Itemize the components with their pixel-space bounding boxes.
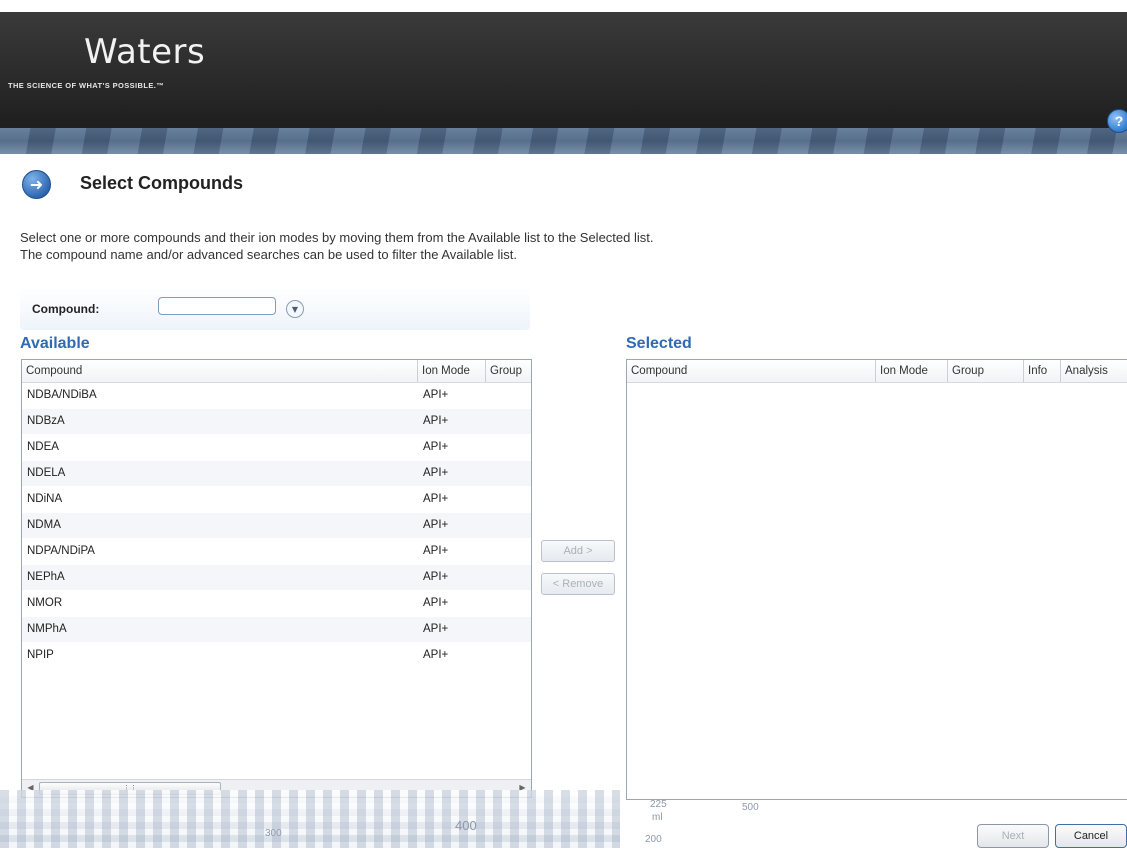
back-arrow-icon: ➜: [29, 175, 44, 194]
column-header-ion-mode[interactable]: Ion Mode: [418, 360, 486, 382]
lab-glassware-background: [0, 790, 620, 848]
compound-name: NDELA: [27, 467, 66, 479]
selected-list[interactable]: Compound Ion Mode Group Info Analysis: [626, 359, 1127, 800]
app-header: Waters THE SCIENCE OF WHAT'S POSSIBLE.™ …: [0, 12, 1127, 154]
ion-mode: API+: [423, 649, 449, 661]
available-list-header: Compound Ion Mode Group: [22, 360, 531, 383]
ion-mode: API+: [423, 441, 449, 453]
ion-mode: API+: [423, 415, 449, 427]
column-header-ion-mode[interactable]: Ion Mode: [876, 360, 948, 382]
available-list[interactable]: Compound Ion Mode Group NDBA/NDiBA API+ ND…: [21, 359, 532, 798]
help-icon: ?: [1114, 113, 1124, 129]
selected-list-header: Compound Ion Mode Group Info Analysis: [627, 360, 1127, 383]
advanced-search-toggle[interactable]: ▼: [286, 300, 304, 318]
column-header-group[interactable]: Group: [948, 360, 1024, 382]
remove-button[interactable]: < Remove: [541, 573, 615, 595]
compound-filter-input[interactable]: [158, 297, 276, 315]
compound-name: NDEA: [27, 441, 59, 453]
compound-name: NEPhA: [27, 571, 65, 583]
help-button[interactable]: ?: [1107, 109, 1127, 133]
ion-mode: API+: [423, 519, 449, 531]
list-item[interactable]: NEPhA API+: [22, 565, 531, 590]
back-button[interactable]: ➜: [22, 170, 51, 199]
ion-mode: API+: [423, 623, 449, 635]
glassware-marking: 400: [455, 818, 477, 833]
brand-tagline: THE SCIENCE OF WHAT'S POSSIBLE.™: [8, 81, 165, 90]
instruction-line: The compound name and/or advanced search…: [20, 247, 517, 262]
compound-name: NPIP: [27, 649, 54, 661]
selected-heading: Selected: [626, 335, 692, 352]
glassware-marking: 200: [645, 834, 662, 845]
list-item[interactable]: NMOR API+: [22, 591, 531, 616]
available-heading: Available: [20, 335, 90, 352]
add-button[interactable]: Add >: [541, 540, 615, 562]
next-button[interactable]: Next: [977, 824, 1049, 848]
compound-name: NDPA/NDiPA: [27, 545, 95, 557]
list-item[interactable]: NPIP API+: [22, 643, 531, 668]
list-item[interactable]: NDMA API+: [22, 513, 531, 538]
list-item[interactable]: NDEA API+: [22, 435, 531, 460]
glassware-marking: 225: [650, 799, 667, 810]
cancel-button[interactable]: Cancel: [1055, 824, 1127, 848]
instructions: Select one or more compounds and their i…: [20, 229, 653, 263]
column-header-compound[interactable]: Compound: [22, 360, 418, 382]
instruction-line: Select one or more compounds and their i…: [20, 230, 654, 245]
column-header-info[interactable]: Info: [1024, 360, 1061, 382]
list-item[interactable]: NDBzA API+: [22, 409, 531, 434]
column-header-group[interactable]: Group: [486, 360, 531, 382]
compound-name: NDBzA: [27, 415, 65, 427]
ion-mode: API+: [423, 545, 449, 557]
compound-filter-label: Compound:: [32, 302, 100, 316]
ion-mode: API+: [423, 493, 449, 505]
compound-name: NDBA/NDiBA: [27, 389, 97, 401]
header-banner-image: [0, 128, 1127, 154]
chevron-down-icon: ▼: [291, 304, 299, 314]
glassware-marking: ml: [652, 812, 663, 823]
column-header-compound[interactable]: Compound: [627, 360, 876, 382]
compound-name: NMPhA: [27, 623, 67, 635]
ion-mode: API+: [423, 389, 449, 401]
list-item[interactable]: NDELA API+: [22, 461, 531, 486]
page-title: Select Compounds: [80, 173, 244, 193]
list-item[interactable]: NDBA/NDiBA API+: [22, 383, 531, 408]
compound-name: NDiNA: [27, 493, 63, 505]
glassware-marking: 500: [742, 802, 759, 813]
compound-name: NDMA: [27, 519, 61, 531]
compound-filter-panel: Compound: ▼: [20, 288, 530, 330]
ion-mode: API+: [423, 467, 449, 479]
ion-mode: API+: [423, 597, 449, 609]
brand-logo: Waters: [84, 32, 206, 72]
column-header-analysis[interactable]: Analysis: [1061, 360, 1127, 382]
list-item[interactable]: NDiNA API+: [22, 487, 531, 512]
list-item[interactable]: NMPhA API+: [22, 617, 531, 642]
compound-name: NMOR: [27, 597, 63, 609]
ion-mode: API+: [423, 571, 449, 583]
list-item[interactable]: NDPA/NDiPA API+: [22, 539, 531, 564]
glassware-marking: 300: [265, 828, 282, 839]
